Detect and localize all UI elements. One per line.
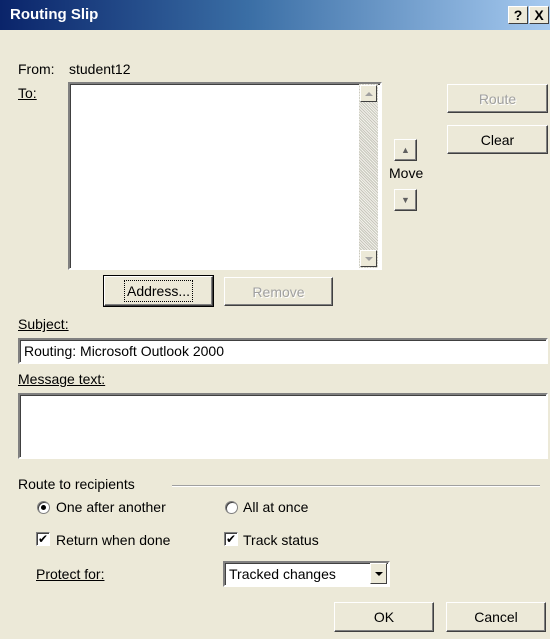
message-label: Message text: (18, 371, 106, 387)
from-value: student12 (69, 61, 131, 77)
radio-one-after-another[interactable] (37, 501, 50, 514)
subject-label: Subject: (18, 316, 69, 332)
address-button-label: Address... (123, 280, 194, 302)
address-button[interactable]: Address... (103, 275, 214, 307)
route-group-label: Route to recipients (18, 476, 135, 492)
protect-label: Protect for: (36, 566, 105, 582)
radio-all-at-once[interactable] (225, 501, 238, 514)
routing-slip-dialog: Routing Slip ? X From: student12 To: ▲ M… (0, 0, 550, 639)
scroll-down-icon[interactable] (360, 250, 377, 267)
return-when-done-checkbox[interactable]: ✔ (36, 532, 50, 546)
remove-button[interactable]: Remove (224, 277, 333, 306)
move-label: Move (389, 165, 424, 181)
help-icon[interactable]: ? (508, 6, 528, 24)
checkmark-icon: ✔ (37, 532, 49, 546)
cancel-button[interactable]: Cancel (446, 602, 546, 632)
return-when-done-label[interactable]: Return when done (56, 532, 170, 548)
all-at-once-label[interactable]: All at once (243, 499, 308, 515)
to-list-scrollbar[interactable] (359, 84, 378, 268)
to-label: To: (18, 85, 37, 101)
to-recipient-list[interactable] (68, 82, 382, 270)
scroll-up-icon[interactable] (360, 85, 377, 102)
group-divider (172, 485, 540, 487)
title-bar[interactable]: Routing Slip ? X (0, 0, 550, 30)
radio-selected-icon (41, 505, 46, 510)
one-after-another-label[interactable]: One after another (56, 499, 166, 515)
window-title: Routing Slip (10, 6, 99, 23)
from-label: From: (18, 61, 55, 77)
track-status-checkbox[interactable]: ✔ (224, 532, 238, 546)
dropdown-arrow-icon[interactable] (370, 563, 387, 584)
protect-select-value: Tracked changes (229, 566, 336, 582)
message-text-field[interactable] (18, 393, 548, 459)
track-status-label[interactable]: Track status (243, 532, 319, 548)
clear-button[interactable]: Clear (447, 125, 548, 154)
route-button[interactable]: Route (447, 84, 548, 113)
subject-field[interactable]: Routing: Microsoft Outlook 2000 (18, 338, 548, 364)
close-icon[interactable]: X (529, 6, 549, 24)
protect-select[interactable]: Tracked changes (223, 561, 390, 587)
move-up-icon[interactable]: ▲ (394, 139, 417, 161)
move-down-icon[interactable]: ▼ (394, 189, 417, 211)
checkmark-icon: ✔ (225, 532, 237, 546)
ok-button[interactable]: OK (334, 602, 434, 632)
